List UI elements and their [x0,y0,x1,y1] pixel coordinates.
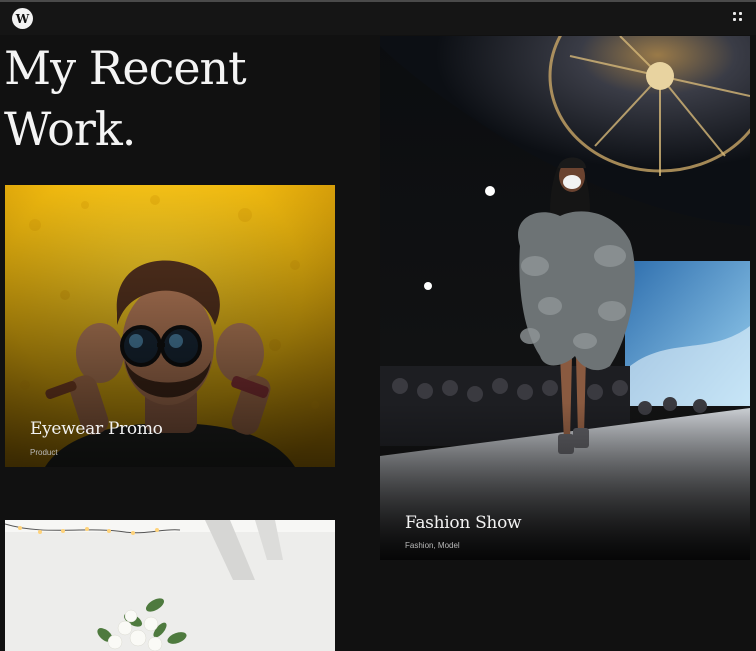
site-logo-icon[interactable]: W [12,8,33,29]
project-tags: Product [30,448,58,457]
grid-menu-icon[interactable] [733,12,743,22]
interior-flowers-photo [5,520,335,651]
project-card-3[interactable] [5,520,335,651]
page-heading: My Recent Work. [4,38,344,160]
fashion-show-photo [380,36,750,560]
page-heading-line-1: My Recent [4,41,247,95]
page-heading-line-2: Work. [4,102,136,156]
project-tags: Fashion, Model [405,541,460,550]
logo-letter: W [15,11,30,26]
project-title[interactable]: Fashion Show [405,513,522,533]
project-card-fashion-show[interactable]: Fashion Show Fashion, Model [380,36,750,560]
project-card-eyewear-promo[interactable]: Eyewear Promo Product [5,185,335,467]
project-title[interactable]: Eyewear Promo [30,419,163,439]
top-navigation-bar [0,2,756,35]
